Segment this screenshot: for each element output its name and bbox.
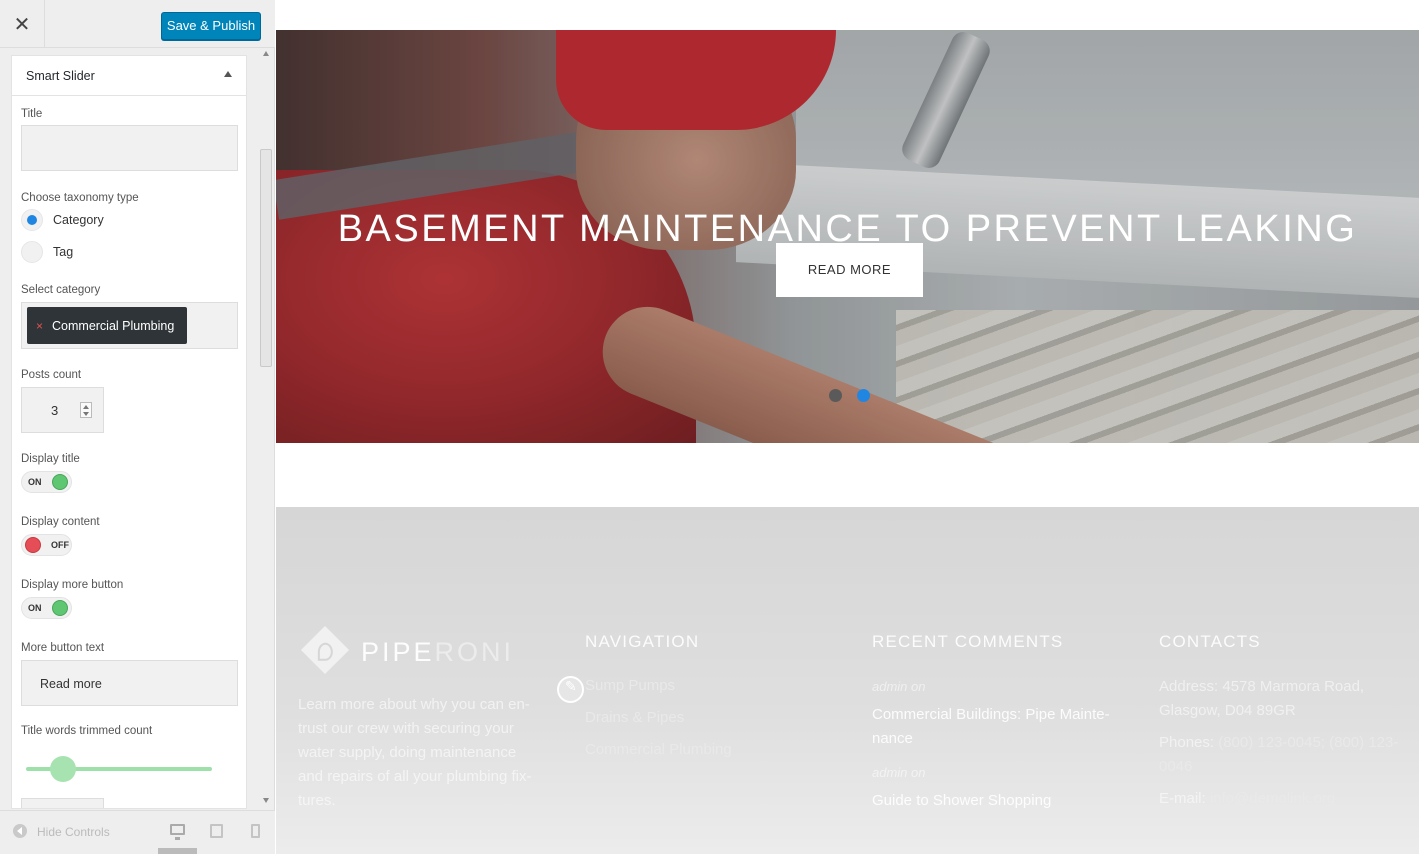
contact-email: E-mail: info@demolink.org [1159, 787, 1409, 811]
toggle-knob [52, 600, 68, 616]
customizer-header: ✕ Save & Publish [0, 0, 275, 48]
slider-dot-2[interactable] [857, 389, 870, 402]
nav-link-commercial-plumbing[interactable]: Commercial Plumbing [585, 741, 732, 758]
phones-label: Phones: [1159, 734, 1219, 751]
category-label: Select category [21, 284, 101, 296]
number-spinner[interactable] [80, 402, 92, 418]
site-preview: BASEMENT MAINTENANCE TO PREVENT LEAKING … [276, 0, 1419, 854]
customizer-sidebar: ✕ Save & Publish Smart Slider Title Choo… [0, 0, 275, 854]
toggle-state-text: ON [28, 477, 42, 487]
more-text-input[interactable]: Read more [21, 660, 238, 706]
comment-meta: admin on [872, 765, 926, 780]
trim-count-label: Title words trimmed count [21, 725, 153, 737]
scroll-thumb[interactable] [260, 149, 272, 367]
contacts-heading: CONTACTS [1159, 632, 1261, 651]
save-publish-button[interactable]: Save & Publish [161, 12, 261, 40]
toggle-knob [25, 537, 41, 553]
trim-count-input[interactable] [21, 798, 104, 808]
slider-dot-1[interactable] [829, 389, 842, 402]
category-select[interactable]: × Commercial Plumbing [21, 302, 238, 349]
navigation-heading: NAVIGATION [585, 632, 700, 651]
customizer-footer: Hide Controls [0, 810, 275, 854]
desktop-icon[interactable] [170, 824, 185, 840]
tablet-icon[interactable] [210, 824, 223, 838]
logo-text-main: PIPE [361, 637, 435, 667]
category-chip: × Commercial Plumbing [27, 307, 187, 344]
hide-controls-button[interactable]: Hide Controls [37, 825, 110, 839]
remove-chip-icon[interactable]: × [36, 319, 43, 333]
display-more-label: Display more button [21, 579, 124, 591]
active-device-indicator [158, 848, 197, 854]
posts-count-label: Posts count [21, 369, 82, 381]
radio-category-label[interactable]: Category [53, 213, 104, 227]
site-footer: PIPERONI Learn more about why you can en… [276, 507, 1419, 854]
mobile-icon[interactable] [251, 824, 260, 838]
toggle-state-text: OFF [51, 540, 69, 550]
posts-count-value: 3 [51, 403, 59, 418]
edit-shortcut-pencil-icon[interactable] [557, 676, 584, 703]
comment-link[interactable]: Guide to Shower Shopping [872, 789, 1122, 813]
posts-count-input[interactable]: 3 [21, 387, 104, 433]
display-content-toggle[interactable]: OFF [21, 534, 72, 556]
site-logo[interactable]: PIPERONI [361, 637, 514, 668]
panel-header[interactable]: Smart Slider [12, 56, 246, 96]
title-input[interactable] [21, 125, 238, 171]
spinner-up-icon[interactable] [83, 405, 89, 409]
collapse-icon[interactable] [13, 824, 27, 838]
taxonomy-label: Choose taxonomy type [21, 192, 139, 204]
read-more-button[interactable]: READ MORE [776, 243, 923, 297]
logo-text-faded: RONI [434, 637, 515, 667]
comment-meta: admin on [872, 679, 926, 694]
category-chip-label: Commercial Plumbing [52, 318, 175, 333]
scroll-down-icon[interactable] [263, 798, 269, 803]
nav-link-drains-pipes[interactable]: Drains & Pipes [585, 709, 684, 726]
recent-comments-heading: RECENT COMMENTS [872, 632, 1064, 651]
panel-title: Smart Slider [26, 69, 95, 83]
contact-address: Address: 4578 Marmora Road, Glasgow, D04… [1159, 678, 1365, 719]
hero-slider: BASEMENT MAINTENANCE TO PREVENT LEAKING … [276, 30, 1419, 443]
sidebar-scrollbar[interactable] [258, 48, 275, 808]
more-text-label: More button text [21, 642, 105, 654]
collapse-arrow-icon[interactable] [224, 71, 232, 77]
radio-tag-label[interactable]: Tag [53, 245, 73, 259]
radio-category[interactable] [21, 209, 43, 231]
radio-tag[interactable] [21, 241, 43, 263]
scroll-up-icon[interactable] [263, 51, 269, 56]
email-value[interactable]: info@demolink.org [1210, 790, 1335, 807]
contact-phones: Phones: (800) 123-0045; (800) 123-0046 [1159, 731, 1409, 779]
close-icon[interactable]: ✕ [0, 0, 45, 48]
toggle-state-text: ON [28, 603, 42, 613]
display-title-toggle[interactable]: ON [21, 471, 72, 493]
footer-about-text: Learn more about why you can en-trust ou… [298, 696, 532, 809]
comment-link[interactable]: Commercial Buildings: Pipe Mainte-nance [872, 703, 1122, 751]
email-label: E-mail: [1159, 790, 1210, 807]
display-more-toggle[interactable]: ON [21, 597, 72, 619]
display-title-label: Display title [21, 453, 80, 465]
display-content-label: Display content [21, 516, 100, 528]
title-label: Title [21, 108, 43, 120]
toggle-knob [52, 474, 68, 490]
water-drop-logo-icon [300, 625, 350, 675]
smart-slider-panel: Smart Slider Title Choose taxonomy type … [11, 55, 247, 809]
nav-link-sump-pumps[interactable]: Sump Pumps [585, 677, 675, 694]
trim-slider-thumb[interactable] [50, 756, 76, 782]
spinner-down-icon[interactable] [83, 412, 89, 416]
